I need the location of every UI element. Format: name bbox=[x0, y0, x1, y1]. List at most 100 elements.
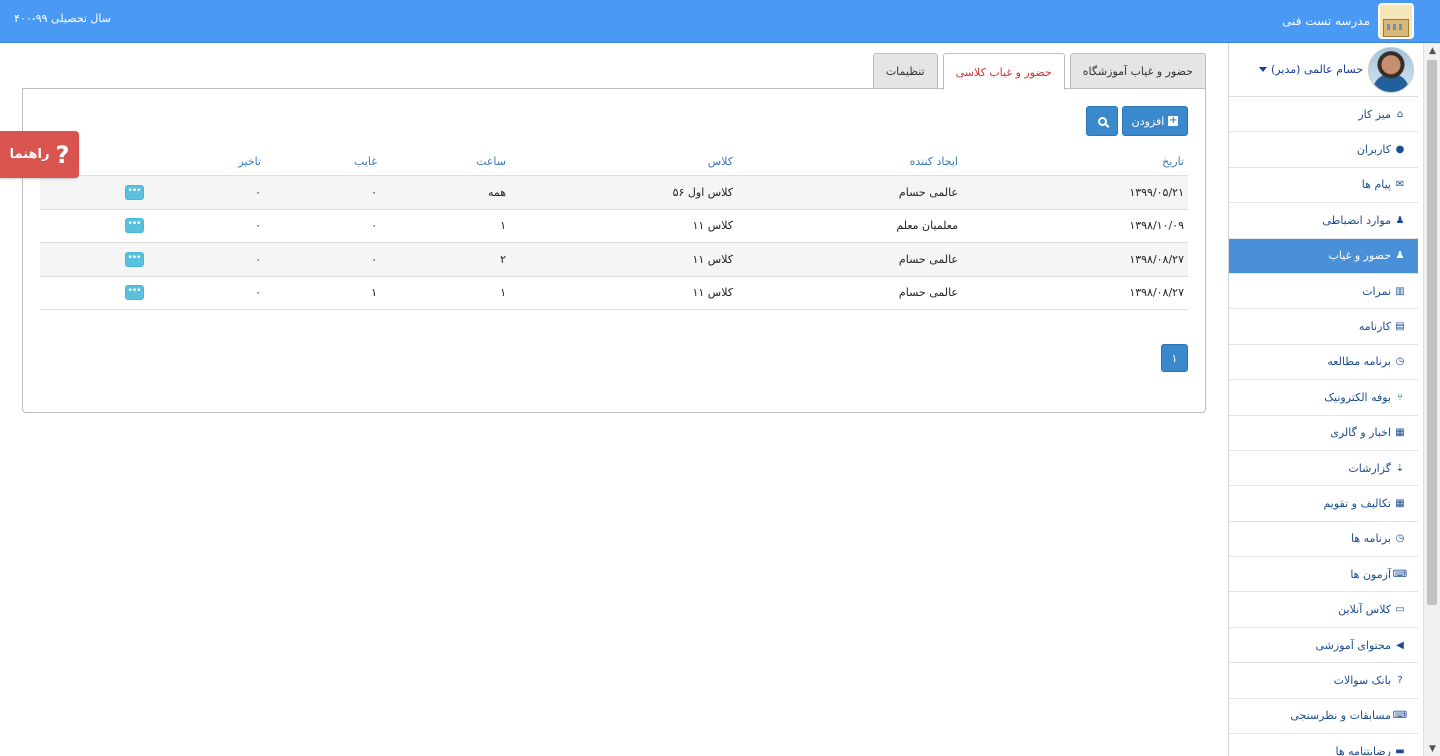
sidebar-item[interactable]: مسابقات و نظرسنجی ⌨ bbox=[1229, 699, 1418, 735]
cell-absent: ۰ bbox=[371, 185, 377, 199]
sidebar-item[interactable]: رضایتنامه ها ▬ bbox=[1229, 734, 1418, 756]
table-row: ۱۳۹۸/۰۸/۲۷ عالمی حسام کلاس ۱۱ ۲ ۰ ۰ ••• bbox=[40, 243, 1188, 277]
scroll-up-icon[interactable]: ▲ bbox=[1424, 43, 1440, 58]
school-brand[interactable]: مدرسه تست فنی bbox=[1282, 3, 1414, 39]
cell-hour: ۲ bbox=[500, 252, 506, 266]
cell-creator: عالمی حسام bbox=[898, 185, 958, 199]
cell-absent: ۱ bbox=[371, 286, 377, 300]
sidebar-item-label: کاربران bbox=[1356, 143, 1391, 157]
sidebar-item[interactable]: پیام ها ✉ bbox=[1229, 168, 1418, 204]
cell-hour: همه bbox=[487, 185, 506, 199]
header-late[interactable]: تاخیر bbox=[238, 147, 261, 175]
sidebar-item[interactable]: محتوای آموزشی ◀ bbox=[1229, 628, 1418, 664]
sidebar-item[interactable]: برنامه مطالعه ◷ bbox=[1229, 345, 1418, 381]
sidebar-item[interactable]: حضور و غیاب ♟ bbox=[1229, 238, 1418, 274]
sidebar-item[interactable]: برنامه ها ◷ bbox=[1229, 522, 1418, 558]
sidebar-item[interactable]: اخبار و گالری ▦ bbox=[1229, 416, 1418, 451]
cell-hour: ۱ bbox=[500, 219, 506, 233]
sidebar-item-label: حضور و غیاب bbox=[1328, 249, 1391, 263]
help-label: راهنما bbox=[9, 147, 50, 162]
search-button[interactable] bbox=[1086, 106, 1118, 136]
cell-date: ۱۳۹۸/۰۸/۲۷ bbox=[1129, 286, 1184, 300]
header-class[interactable]: کلاس bbox=[708, 147, 733, 175]
header-absent[interactable]: غایب bbox=[354, 147, 377, 175]
add-button[interactable]: + افزودن bbox=[1122, 106, 1188, 136]
cell-actions: ••• bbox=[124, 210, 144, 243]
caret-down-icon[interactable] bbox=[1259, 67, 1268, 72]
cell-creator: عالمی حسام bbox=[898, 252, 958, 266]
more-options-button[interactable]: ••• bbox=[124, 184, 144, 200]
calendar-icon: ▦ bbox=[1395, 497, 1405, 509]
cell-late: ۰ bbox=[255, 185, 261, 199]
more-options-button[interactable]: ••• bbox=[124, 251, 144, 267]
more-options-button[interactable]: ••• bbox=[124, 218, 144, 234]
cell-hour: ۱ bbox=[500, 286, 506, 300]
sidebar-item[interactable]: تکالیف و تقویم ▦ bbox=[1229, 486, 1418, 522]
film-icon: ▦ bbox=[1395, 427, 1405, 439]
sidebar-item[interactable]: بانک سوالات? bbox=[1229, 663, 1418, 699]
sidebar-item-label: بانک سوالات bbox=[1333, 673, 1391, 687]
sidebar-item[interactable]: کارنامه ▤ bbox=[1229, 309, 1418, 345]
sidebar-item[interactable]: کاربران ● bbox=[1229, 132, 1418, 168]
user-profile[interactable]: حسام عالمی (مدیر) bbox=[1229, 43, 1418, 97]
list-alt-icon: ▤ bbox=[1395, 321, 1405, 333]
sidebar-item[interactable]: آزمون ها ⌨ bbox=[1229, 557, 1418, 593]
keyboard-icon: ⌨ bbox=[1392, 568, 1408, 580]
cell-absent: ۰ bbox=[371, 219, 377, 233]
sidebar-item-label: بوفه الکترونیک bbox=[1324, 390, 1391, 404]
attendance-table: تاریخ ایجاد کننده کلاس ساعت غایب تاخیر ۱… bbox=[40, 147, 1188, 310]
content-panel: + افزودن تاریخ ایجاد کننده کلاس ساعت غای… bbox=[22, 88, 1206, 413]
tab-settings[interactable]: تنظیمات bbox=[872, 53, 938, 89]
school-logo-icon bbox=[1378, 3, 1414, 39]
sidebar-item-label: آزمون ها bbox=[1350, 567, 1391, 581]
avatar bbox=[1368, 46, 1414, 93]
header-creator[interactable]: ایجاد کننده bbox=[910, 147, 958, 175]
header-hour[interactable]: ساعت bbox=[476, 147, 506, 175]
sidebar-item[interactable]: میز کار ⌂ bbox=[1229, 97, 1418, 133]
cell-class: کلاس ۱۱ bbox=[692, 252, 733, 266]
profile-name[interactable]: حسام عالمی (مدیر) bbox=[1271, 63, 1363, 76]
sidebar-item[interactable]: نمرات ▥ bbox=[1229, 274, 1418, 310]
cell-date: ۱۳۹۹/۰۵/۲۱ bbox=[1129, 185, 1184, 199]
sidebar-item-label: نمرات bbox=[1362, 284, 1391, 298]
sidebar-item[interactable]: بوفه الکترونیک ⑂ bbox=[1229, 380, 1418, 416]
sidebar-item-label: تکالیف و تقویم bbox=[1323, 496, 1391, 510]
sidebar-item-label: مسابقات و نظرسنجی bbox=[1290, 709, 1391, 723]
cell-actions: ••• bbox=[124, 176, 144, 209]
table-body: ۱۳۹۹/۰۵/۲۱ عالمی حسام کلاس اول ۵۶ همه ۰ ۰ ••• ۱… bbox=[40, 176, 1188, 310]
clock-icon: ◷ bbox=[1395, 533, 1405, 545]
sidebar-item-label: محتوای آموزشی bbox=[1315, 638, 1392, 652]
bullhorn-icon: ◀ bbox=[1396, 639, 1404, 651]
more-options-button[interactable]: ••• bbox=[124, 285, 144, 301]
tab-bar: حضور و غیاب آموزشگاه حضور و غیاب کلاسی ت… bbox=[868, 53, 1206, 90]
sidebar-item[interactable]: گزارشات ⇣ bbox=[1229, 451, 1418, 487]
sidebar-item-label: کارنامه bbox=[1358, 320, 1391, 334]
page-scrollbar[interactable]: ▲ ▼ bbox=[1423, 43, 1440, 756]
cell-class: کلاس ۱۱ bbox=[692, 286, 733, 300]
header-date[interactable]: تاریخ bbox=[1162, 147, 1184, 175]
sidebar-item-label: رضایتنامه ها bbox=[1335, 744, 1392, 756]
users-icon: ♟ bbox=[1395, 250, 1405, 262]
question-icon: ? bbox=[55, 140, 70, 169]
envelope-icon: ✉ bbox=[1395, 179, 1405, 191]
scroll-down-icon[interactable]: ▼ bbox=[1424, 741, 1440, 756]
bar-chart-icon: ▥ bbox=[1395, 285, 1405, 297]
tab-school-attendance[interactable]: حضور و غیاب آموزشگاه bbox=[1069, 53, 1206, 89]
home-icon: ⌂ bbox=[1396, 108, 1404, 120]
sidebar-item-label: میز کار bbox=[1358, 107, 1391, 121]
sidebar-item[interactable]: موارد انضباطی ♟ bbox=[1229, 203, 1418, 239]
help-button[interactable]: ? راهنما bbox=[0, 131, 79, 178]
sidebar-item-label: کلاس آنلاین bbox=[1338, 603, 1391, 617]
table-row: ۱۳۹۸/۱۰/۰۹ معلمیان معلم کلاس ۱۱ ۱ ۰ ۰ ••• bbox=[40, 210, 1188, 243]
sidebar-item[interactable]: کلاس آنلاین ▭ bbox=[1229, 592, 1418, 628]
tab-class-attendance[interactable]: حضور و غیاب کلاسی bbox=[942, 53, 1065, 90]
sidebar-menu: میز کار ⌂ کاربران ● پیام ها ✉ موارد انضباطی ♟ حض… bbox=[1229, 97, 1418, 756]
academic-year[interactable]: سال تحصیلی ۹۹-۴۰۰ bbox=[14, 12, 111, 25]
cell-late: ۰ bbox=[255, 286, 261, 300]
plus-square-icon: + bbox=[1168, 115, 1179, 126]
top-header: مدرسه تست فنی سال تحصیلی ۹۹-۴۰۰ bbox=[0, 0, 1440, 43]
pagination-page-1[interactable]: ۱ bbox=[1161, 344, 1188, 372]
keyboard-icon: ⌨ bbox=[1392, 710, 1408, 722]
scroll-thumb[interactable] bbox=[1427, 60, 1437, 605]
clock-icon: ◷ bbox=[1395, 356, 1405, 368]
